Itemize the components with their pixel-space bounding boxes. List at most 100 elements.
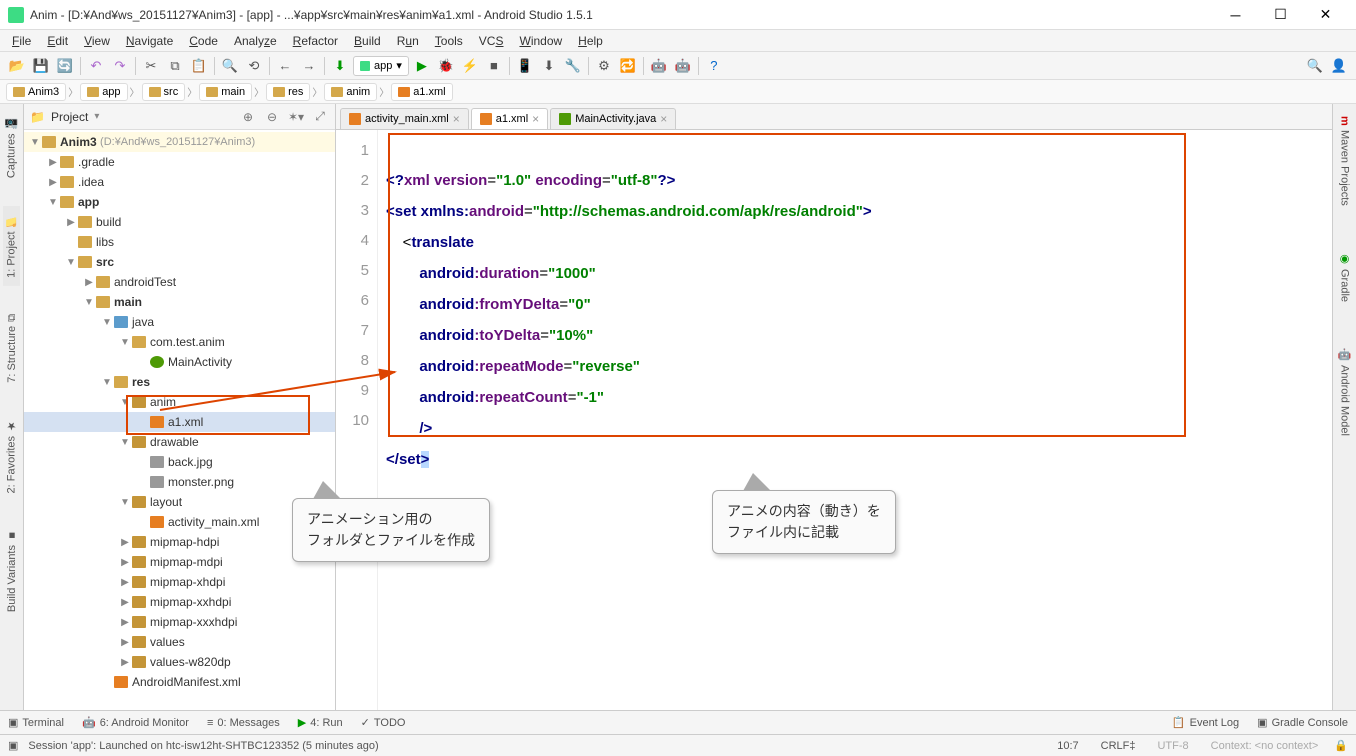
tree-item-monster-png[interactable]: monster.png [24, 472, 335, 492]
tree-item-libs[interactable]: libs [24, 232, 335, 252]
tree-item-anim[interactable]: ▼anim [24, 392, 335, 412]
menu-vcs[interactable]: VCS [471, 32, 512, 50]
menu-help[interactable]: Help [570, 32, 611, 50]
back-icon[interactable]: ← [274, 55, 296, 77]
crumb-anim3[interactable]: Anim3 [6, 83, 66, 101]
sync-icon[interactable]: 🔄 [54, 55, 76, 77]
crumb-src[interactable]: src [142, 83, 186, 101]
tab-gradle[interactable]: ◉ Gradle [1336, 244, 1353, 310]
menu-file[interactable]: File [4, 32, 39, 50]
help-icon[interactable]: ? [703, 55, 725, 77]
replace-icon[interactable]: ⟲ [243, 55, 265, 77]
menu-analyze[interactable]: Analyze [226, 32, 285, 50]
menu-view[interactable]: View [76, 32, 118, 50]
menu-refactor[interactable]: Refactor [285, 32, 346, 50]
tool-event-log[interactable]: 📋 Event Log [1172, 716, 1239, 729]
editor-tab-mainactivity-java[interactable]: MainActivity.java× [550, 108, 676, 129]
maximize-button[interactable]: ☐ [1258, 0, 1303, 30]
tool-run[interactable]: ▶ 4: Run [298, 716, 343, 729]
run-config-selector[interactable]: app ▾ [353, 56, 409, 76]
crumb-res[interactable]: res [266, 83, 310, 101]
crumb-anim[interactable]: anim [324, 83, 377, 101]
menu-navigate[interactable]: Navigate [118, 32, 181, 50]
copy-icon[interactable]: ⧉ [164, 55, 186, 77]
crumb-file[interactable]: a1.xml [391, 83, 452, 101]
menu-code[interactable]: Code [181, 32, 226, 50]
scroll-from-source-icon[interactable]: ⊕ [239, 108, 257, 126]
attach-icon[interactable]: ⚡ [459, 55, 481, 77]
debug-icon[interactable]: 🐞 [435, 55, 457, 77]
paste-icon[interactable]: 📋 [188, 55, 210, 77]
stop-icon[interactable]: ■ [483, 55, 505, 77]
tree-item-res[interactable]: ▼res [24, 372, 335, 392]
tree-item-activity-main-xml[interactable]: activity_main.xml [24, 512, 335, 532]
collapse-all-icon[interactable]: ⊖ [263, 108, 281, 126]
tab-favorites[interactable]: 2: Favorites ★ [3, 411, 20, 501]
tree-item-mipmap-hdpi[interactable]: ▶mipmap-hdpi [24, 532, 335, 552]
menu-window[interactable]: Window [511, 32, 570, 50]
tree-root[interactable]: ▼ Anim3 (D:¥And¥ws_20151127¥Anim3) [24, 132, 335, 152]
android2-icon[interactable]: 🤖 [672, 55, 694, 77]
close-tab-icon[interactable]: × [660, 112, 667, 126]
status-toggle-icon[interactable]: ▣ [8, 739, 18, 752]
tab-captures[interactable]: Captures 📷 [3, 108, 20, 186]
make-icon[interactable]: ⬇ [329, 55, 351, 77]
tree-item-values[interactable]: ▶values [24, 632, 335, 652]
crumb-main[interactable]: main [199, 83, 252, 101]
tab-structure[interactable]: 7: Structure ⧉ [4, 306, 20, 391]
tree-item-androidmanifest-xml[interactable]: AndroidManifest.xml [24, 672, 335, 692]
hide-icon[interactable]: ⤢ [311, 108, 329, 126]
minimize-button[interactable]: ─ [1213, 0, 1258, 30]
sdk-icon[interactable]: ⬇ [538, 55, 560, 77]
code[interactable]: <?xml version="1.0" encoding="utf-8"?> <… [378, 130, 1332, 710]
user-icon[interactable]: 👤 [1328, 55, 1350, 77]
tool-messages[interactable]: ≡ 0: Messages [207, 717, 280, 729]
editor-tab-activity-main-xml[interactable]: activity_main.xml× [340, 108, 469, 129]
close-tab-icon[interactable]: × [532, 112, 539, 126]
tree-item-com-test-anim[interactable]: ▼com.test.anim [24, 332, 335, 352]
tab-maven[interactable]: m Maven Projects [1337, 108, 1353, 214]
menu-build[interactable]: Build [346, 32, 389, 50]
tree-item-back-jpg[interactable]: back.jpg [24, 452, 335, 472]
tree-item-mipmap-xxhdpi[interactable]: ▶mipmap-xxhdpi [24, 592, 335, 612]
tree-item-java[interactable]: ▼java [24, 312, 335, 332]
undo-icon[interactable]: ↶ [85, 55, 107, 77]
close-tab-icon[interactable]: × [453, 112, 460, 126]
open-icon[interactable]: 📂 [6, 55, 28, 77]
menu-tools[interactable]: Tools [427, 32, 471, 50]
menu-run[interactable]: Run [389, 32, 427, 50]
tab-android-model[interactable]: 🤖 Android Model [1336, 340, 1353, 444]
tree-item-layout[interactable]: ▼layout [24, 492, 335, 512]
find-icon[interactable]: 🔍 [219, 55, 241, 77]
avd-icon[interactable]: 📱 [514, 55, 536, 77]
crumb-app[interactable]: app [80, 83, 127, 101]
tool-gradle-console[interactable]: ▣ Gradle Console [1257, 716, 1348, 729]
tree-item--idea[interactable]: ▶.idea [24, 172, 335, 192]
tree-item-values-w820dp[interactable]: ▶values-w820dp [24, 652, 335, 672]
search-icon[interactable]: 🔍 [1304, 55, 1326, 77]
tree-item--gradle[interactable]: ▶.gradle [24, 152, 335, 172]
status-context[interactable]: Context: <no context> [1205, 740, 1325, 752]
tree-item-app[interactable]: ▼app [24, 192, 335, 212]
status-enc[interactable]: UTF-8 [1151, 740, 1194, 752]
tool-android-monitor[interactable]: 🤖 6: Android Monitor [82, 716, 189, 729]
editor-body[interactable]: 12345678910 <?xml version="1.0" encoding… [336, 130, 1332, 710]
forward-icon[interactable]: → [298, 55, 320, 77]
tab-build-variants[interactable]: Build Variants ■ [4, 521, 20, 620]
editor-tab-a1-xml[interactable]: a1.xml× [471, 108, 548, 129]
close-button[interactable]: ✕ [1303, 0, 1348, 30]
tree-item-src[interactable]: ▼src [24, 252, 335, 272]
cut-icon[interactable]: ✂ [140, 55, 162, 77]
tree-item-build[interactable]: ▶build [24, 212, 335, 232]
android1-icon[interactable]: 🤖 [648, 55, 670, 77]
tab-project[interactable]: 1: Project 📁 [3, 206, 20, 286]
project-structure-icon[interactable]: ⚙ [593, 55, 615, 77]
settings-icon[interactable]: ✶▾ [287, 108, 305, 126]
project-view-label[interactable]: Project [51, 110, 88, 124]
tree-item-mainactivity[interactable]: MainActivity [24, 352, 335, 372]
tree-item-a1-xml[interactable]: a1.xml [24, 412, 335, 432]
run-icon[interactable]: ▶ [411, 55, 433, 77]
tool-terminal[interactable]: ▣ Terminal [8, 716, 64, 729]
redo-icon[interactable]: ↷ [109, 55, 131, 77]
project-tree[interactable]: ▼ Anim3 (D:¥And¥ws_20151127¥Anim3) ▶.gra… [24, 130, 335, 710]
